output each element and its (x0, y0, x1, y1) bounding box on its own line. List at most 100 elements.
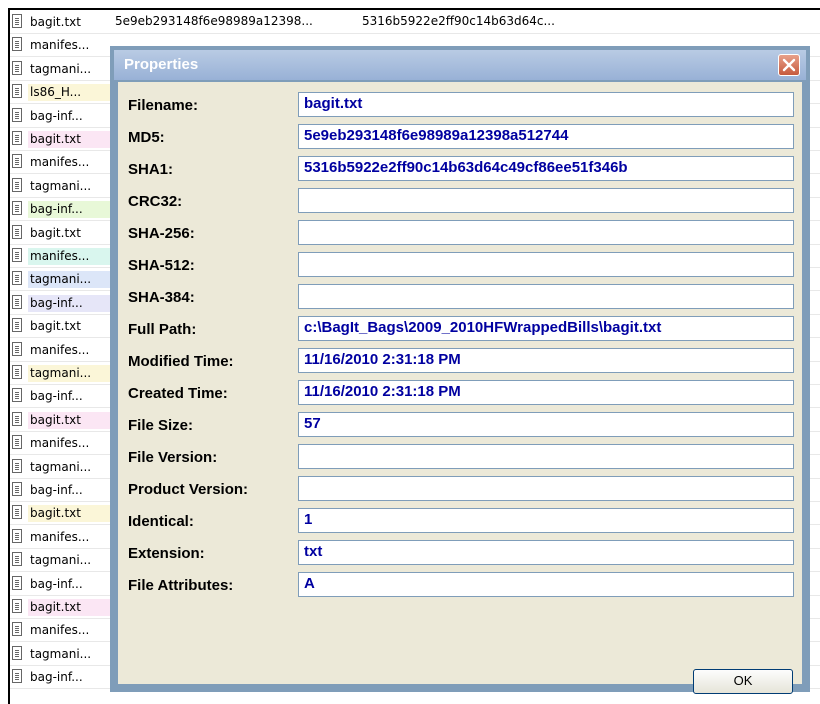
file-name: manifes... (28, 435, 122, 453)
file-name: bag-inf... (28, 669, 122, 687)
list-item[interactable]: bagit.txt 5e9eb293148f6e98989a12398... 531… (10, 10, 820, 34)
text-file-icon (12, 271, 22, 286)
text-file-icon (12, 528, 22, 543)
file-name: manifes... (28, 622, 122, 640)
text-file-icon (12, 318, 22, 333)
property-row: CRC32: (118, 186, 802, 216)
file-name: bagit.txt (28, 14, 122, 31)
property-label: MD5: (128, 129, 165, 146)
property-value-field[interactable]: bagit.txt (298, 92, 794, 117)
text-file-icon (12, 645, 22, 660)
property-value-field[interactable] (298, 188, 794, 213)
property-row: MD5: 5e9eb293148f6e98989a12398a512744 (118, 122, 802, 152)
property-value-field[interactable]: txt (298, 540, 794, 565)
file-name: tagmani... (28, 645, 122, 663)
file-name: manifes... (28, 528, 122, 546)
property-label: SHA1: (128, 161, 174, 178)
text-file-icon (12, 458, 22, 473)
text-file-icon (12, 177, 22, 192)
property-value-field[interactable]: 5e9eb293148f6e98989a12398a512744 (298, 124, 794, 149)
file-name: manifes... (28, 154, 122, 172)
sha1-cell: 5316b5922e2ff90c14b63d64c... (362, 14, 555, 28)
file-name: bagit.txt (28, 224, 122, 242)
file-name: bagit.txt (28, 505, 122, 523)
close-icon (782, 58, 796, 72)
property-value-field[interactable] (298, 284, 794, 309)
property-row: SHA-384: (118, 282, 802, 312)
property-row: Full Path: c:\BagIt_Bags\2009_2010HFWrapp… (118, 314, 802, 344)
property-label: Created Time: (128, 385, 228, 402)
text-file-icon (12, 248, 22, 262)
property-label: File Size: (128, 417, 194, 434)
property-row: SHA-256: (118, 218, 802, 248)
property-row: Modified Time: 11/16/2010 2:31:18 PM (118, 346, 802, 376)
file-name: bag-inf... (28, 388, 122, 406)
property-value-field[interactable]: 11/16/2010 2:31:18 PM (298, 380, 794, 405)
file-name: tagmani... (28, 458, 122, 476)
property-label: SHA-384: (128, 289, 195, 306)
property-label: CRC32: (128, 193, 183, 210)
property-row: SHA1: 5316b5922e2ff90c14b63d64c49cf86ee51… (118, 154, 802, 184)
file-name: tagmani... (28, 60, 122, 78)
property-value-field[interactable]: A (298, 572, 794, 597)
file-name: bag-inf... (28, 107, 122, 125)
file-name: bag-inf... (28, 575, 122, 593)
text-file-icon (12, 505, 22, 520)
file-name: manifes... (28, 37, 122, 55)
dialog-title: Properties (124, 56, 199, 73)
dialog-titlebar[interactable]: Properties (114, 50, 806, 80)
text-file-icon (12, 201, 22, 216)
property-value-field[interactable]: 5316b5922e2ff90c14b63d64c49cf86ee51f346b (298, 156, 794, 181)
file-name: bagit.txt (28, 411, 122, 429)
text-file-icon (12, 294, 22, 309)
dialog-body: Filename: bagit.txt MD5: 5e9eb293148f6e9898… (118, 82, 802, 694)
properties-dialog: Properties Filename: bagit.txt MD5: 5e9eb29… (110, 46, 810, 694)
text-file-icon (12, 599, 22, 613)
md5-cell: 5e9eb293148f6e98989a12398... (115, 14, 313, 28)
property-label: Identical: (128, 513, 194, 530)
property-row: Extension: txt (118, 538, 802, 568)
property-value-field[interactable] (298, 220, 794, 245)
property-row: Filename: bagit.txt (118, 90, 802, 120)
property-label: SHA-512: (128, 257, 195, 274)
file-name: bagit.txt (28, 599, 122, 616)
text-file-icon (12, 575, 22, 590)
property-label: SHA-256: (128, 225, 195, 242)
property-row: SHA-512: (118, 250, 802, 280)
property-value-field[interactable]: 1 (298, 508, 794, 533)
property-value-field[interactable]: 57 (298, 412, 794, 437)
text-file-icon (12, 131, 22, 145)
file-name: manifes... (28, 248, 122, 265)
property-label: Full Path: (128, 321, 197, 338)
text-file-icon (12, 341, 22, 356)
text-file-icon (12, 622, 22, 637)
ok-button[interactable]: OK (693, 669, 793, 694)
property-value-field[interactable]: c:\BagIt_Bags\2009_2010HFWrappedBills\ba… (298, 316, 794, 341)
text-file-icon (12, 435, 22, 450)
property-value-field[interactable] (298, 444, 794, 469)
property-row: File Attributes: A (118, 570, 802, 600)
file-name: tagmani... (28, 177, 122, 195)
property-row: File Size: 57 (118, 410, 802, 440)
property-value-field[interactable]: 11/16/2010 2:31:18 PM (298, 348, 794, 373)
property-row: File Version: (118, 442, 802, 472)
text-file-icon (12, 411, 22, 426)
file-name: bagit.txt (28, 318, 122, 336)
text-file-icon (12, 60, 22, 75)
text-file-icon (12, 482, 22, 496)
property-row: Identical: 1 (118, 506, 802, 536)
file-name: manifes... (28, 341, 122, 359)
file-name: ls86_H... (28, 84, 122, 102)
text-file-icon (12, 37, 22, 52)
text-file-icon (12, 154, 22, 169)
text-file-icon (12, 84, 22, 99)
close-button[interactable] (778, 54, 800, 76)
file-name: bag-inf... (28, 482, 122, 499)
property-label: Extension: (128, 545, 205, 562)
property-label: Product Version: (128, 481, 249, 498)
text-file-icon (12, 365, 22, 379)
property-label: File Version: (128, 449, 218, 466)
property-value-field[interactable] (298, 476, 794, 501)
property-value-field[interactable] (298, 252, 794, 277)
file-name: tagmani... (28, 271, 122, 289)
